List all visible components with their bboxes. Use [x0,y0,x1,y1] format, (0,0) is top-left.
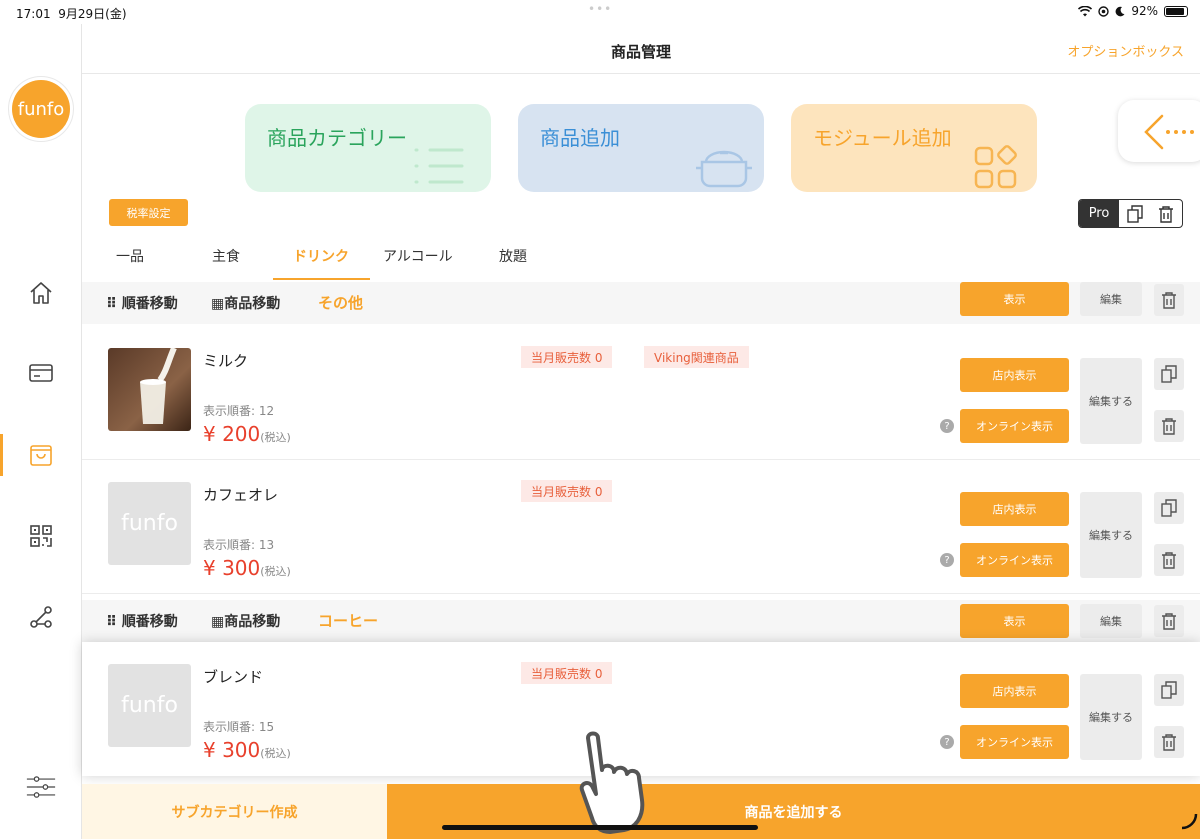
edit-product-button[interactable]: 編集する [1080,358,1142,444]
sales-badge: 当月販売数 0 [521,346,613,368]
online-display-button[interactable]: オンライン表示 [960,543,1069,577]
sales-badge: 当月販売数 0 [521,662,613,684]
qr-code-icon[interactable] [26,521,56,551]
reorder-handle[interactable]: ⠿ 順番移動 [106,611,178,631]
help-icon[interactable]: ? [940,553,954,567]
product-image-placeholder: funfo [108,664,191,747]
product-price: ¥ 300(税込) [203,738,291,762]
status-right: 92% [1078,4,1188,18]
trash-icon[interactable] [1154,544,1184,576]
category-card-label: 商品カテゴリー [267,126,407,150]
category-header: ⠿ 順番移動 ▦商品移動 その他 表示 編集 [82,282,1200,324]
product-image-placeholder: funfo [108,482,191,565]
edit-product-button[interactable]: 編集する [1080,674,1142,760]
help-icon[interactable]: ? [940,735,954,749]
status-time: 17:01 9月29日(金) [16,7,127,21]
product-name: ブレンド [203,668,264,686]
copy-icon[interactable] [1154,358,1184,390]
card-icon[interactable] [26,358,56,388]
location-lock-icon [1098,5,1110,17]
option-box-link[interactable]: オプションボックス [1067,41,1184,60]
add-product-card-label: 商品追加 [540,126,620,150]
create-subcategory-button[interactable]: サブカテゴリー作成 [82,784,387,839]
header: 商品管理 オプションボックス [82,24,1200,74]
nav-active-indicator [0,434,3,476]
status-bar: 17:01 9月29日(金) ••• 92% [0,0,1200,24]
home-indicator[interactable] [442,825,758,830]
copy-icon[interactable] [1119,200,1151,227]
category-show-button[interactable]: 表示 [960,282,1069,316]
multitask-dots[interactable]: ••• [588,2,612,16]
trash-icon[interactable] [1154,726,1184,758]
product-row[interactable]: funfo カフェオレ 表示順番: 13 ¥ 300(税込) 当月販売数 0 ?… [82,460,1200,594]
product-row[interactable]: ミルク 表示順番: 12 ¥ 200(税込) 当月販売数 0 Viking関連商… [82,326,1200,460]
category-name: その他 [318,294,364,312]
tab-drink[interactable]: ドリンク [293,246,349,266]
online-display-button[interactable]: オンライン表示 [960,409,1069,443]
product-order: 表示順番: 15 [203,720,275,734]
add-module-card-label: モジュール追加 [813,126,952,150]
online-display-button[interactable]: オンライン表示 [960,725,1069,759]
home-icon[interactable] [26,278,56,308]
product-name: カフェオレ [203,486,279,504]
list-icon [414,148,464,184]
product-price: ¥ 200(税込) [203,422,291,446]
modules-icon [974,145,1017,189]
trash-icon[interactable] [1151,200,1183,227]
add-product-button[interactable]: 商品を追加する [387,784,1200,839]
wifi-icon [1078,5,1093,16]
sales-badge: 当月販売数 0 [521,480,613,502]
sidebar: funfo [0,24,82,839]
viking-badge: Viking関連商品 [644,346,749,368]
loading-arc-icon [1181,813,1198,830]
tax-setting-button[interactable]: 税率設定 [109,199,188,226]
tab-ippin[interactable]: 一品 [116,246,144,266]
product-order: 表示順番: 12 [203,404,275,418]
category-header: ⠿ 順番移動 ▦商品移動 コーヒー 表示 編集 [82,600,1200,642]
hand-pointer-icon [579,731,645,834]
page-title: 商品管理 [610,43,671,61]
category-name: コーヒー [318,612,379,630]
category-card[interactable]: 商品カテゴリー [245,104,491,192]
store-display-button[interactable]: 店内表示 [960,674,1069,708]
trash-icon[interactable] [1154,284,1184,316]
reorder-handle[interactable]: ⠿ 順番移動 [106,293,178,313]
copy-icon[interactable] [1154,674,1184,706]
tab-alcohol[interactable]: アルコール [383,246,453,266]
add-module-card[interactable]: モジュール追加 [791,104,1037,192]
network-icon[interactable] [26,602,56,632]
battery-icon [1164,5,1188,17]
shopping-bag-icon[interactable] [26,440,56,470]
tab-houdai[interactable]: 放題 [499,246,527,266]
pot-icon [696,150,752,188]
product-image-milk [108,348,191,431]
logo-text: funfo [12,80,70,138]
tab-shushoku[interactable]: 主食 [212,246,240,266]
store-display-button[interactable]: 店内表示 [960,492,1069,526]
category-edit-button[interactable]: 編集 [1080,604,1142,638]
settings-sliders-icon[interactable] [26,772,56,802]
edit-product-button[interactable]: 編集する [1080,492,1142,578]
side-panel-tab[interactable] [1118,100,1200,162]
pro-toggle[interactable]: Pro [1079,200,1119,227]
logo[interactable]: funfo [8,76,74,142]
pro-toolbar: Pro [1078,199,1183,228]
product-name: ミルク [203,352,249,370]
product-order: 表示順番: 13 [203,538,275,552]
trash-icon[interactable] [1154,410,1184,442]
add-product-card[interactable]: 商品追加 [518,104,764,192]
copy-icon[interactable] [1154,492,1184,524]
trash-icon[interactable] [1154,605,1184,637]
store-display-button[interactable]: 店内表示 [960,358,1069,392]
chevron-left-dots-icon [1144,114,1194,150]
moon-icon [1115,6,1125,16]
move-products-button[interactable]: ▦商品移動 [211,611,280,631]
product-price: ¥ 300(税込) [203,556,291,580]
category-show-button[interactable]: 表示 [960,604,1069,638]
active-tab-indicator [273,278,370,280]
move-products-button[interactable]: ▦商品移動 [211,293,280,313]
help-icon[interactable]: ? [940,419,954,433]
category-edit-button[interactable]: 編集 [1080,282,1142,316]
battery-percent: 92% [1131,4,1158,18]
